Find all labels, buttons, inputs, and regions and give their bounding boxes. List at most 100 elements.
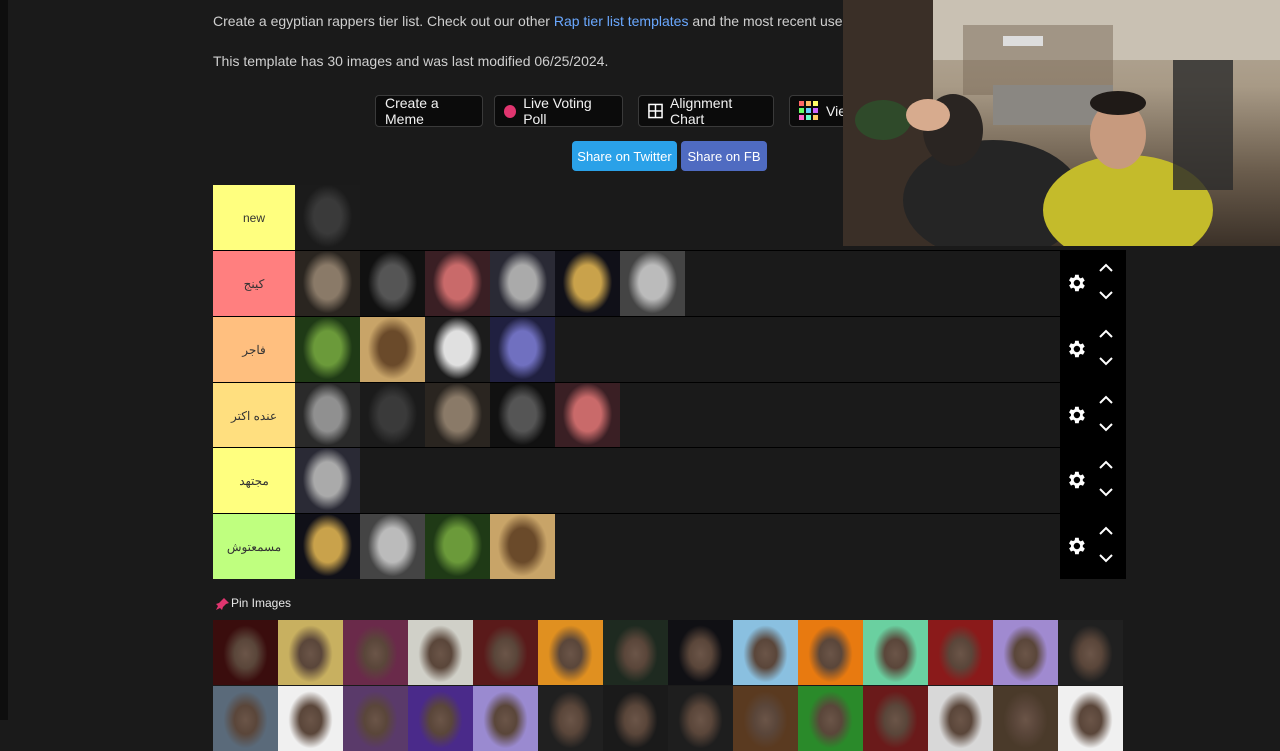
share-fb-label: Share on FB [687,148,761,164]
share-twitter-button[interactable]: Share on Twitter [572,141,677,171]
rapper-image[interactable] [490,383,555,448]
rapper-image[interactable] [555,383,620,448]
pool-image[interactable] [278,620,343,685]
chevron-down-icon[interactable] [1098,356,1114,366]
pool-image[interactable] [408,620,473,685]
settings-gear-icon[interactable] [1065,404,1087,426]
tier-controls [1060,251,1126,316]
tier-items [295,383,620,448]
chevron-down-icon[interactable] [1098,487,1114,497]
chevron-up-icon[interactable] [1098,329,1114,339]
color-grid-icon [799,101,818,120]
pool-image[interactable] [668,686,733,751]
pool-image[interactable] [993,686,1058,751]
tier-label[interactable]: كينج [213,251,295,316]
template-description: Create a egyptian rappers tier list. Che… [213,13,847,29]
tier-items [295,185,360,250]
tier-label[interactable]: عنده اكتر [213,383,295,448]
webcam-overlay [843,0,1280,246]
tier-label[interactable]: فاجر [213,317,295,382]
rap-tier-list-templates-link[interactable]: Rap tier list templates [554,13,689,29]
tier-controls [1060,448,1126,513]
tier-row: عنده اكتر [213,383,1126,448]
pool-image[interactable] [863,686,928,751]
rapper-image[interactable] [295,514,360,579]
tier-label[interactable]: مجتهد [213,448,295,513]
settings-gear-icon[interactable] [1065,338,1087,360]
rapper-image[interactable] [490,514,555,579]
live-voting-poll-button[interactable]: Live Voting Poll [494,95,623,127]
pin-images-label: Pin Images [231,596,292,610]
pool-image[interactable] [473,620,538,685]
share-fb-button[interactable]: Share on FB [681,141,767,171]
pool-image[interactable] [1058,620,1123,685]
pool-image[interactable] [798,620,863,685]
image-pool-row-2 [213,686,1126,751]
pool-image[interactable] [993,620,1058,685]
rapper-image[interactable] [490,317,555,382]
chevron-up-icon[interactable] [1098,263,1114,273]
image-pool-row-1 [213,620,1126,685]
rapper-image[interactable] [425,514,490,579]
pool-image[interactable] [668,620,733,685]
rapper-image[interactable] [555,251,620,316]
rapper-image[interactable] [490,251,555,316]
alignment-chart-button[interactable]: Alignment Chart [638,95,774,127]
share-twitter-label: Share on Twitter [577,148,672,164]
settings-gear-icon[interactable] [1065,469,1087,491]
pool-image[interactable] [928,686,993,751]
tier-row: مسمعتوش [213,514,1126,579]
tier-label[interactable]: مسمعتوش [213,514,295,579]
rapper-image[interactable] [425,317,490,382]
pool-image[interactable] [1058,686,1123,751]
rapper-image[interactable] [295,185,360,250]
tier-controls [1060,514,1126,579]
pool-image[interactable] [603,686,668,751]
pool-image[interactable] [603,620,668,685]
settings-gear-icon[interactable] [1065,272,1087,294]
pool-image[interactable] [408,686,473,751]
pool-image[interactable] [863,620,928,685]
chevron-up-icon[interactable] [1098,395,1114,405]
rapper-image[interactable] [425,251,490,316]
pool-image[interactable] [278,686,343,751]
chevron-down-icon[interactable] [1098,553,1114,563]
pool-image[interactable] [538,620,603,685]
rapper-image[interactable] [295,317,360,382]
pool-image[interactable] [733,686,798,751]
rapper-image[interactable] [360,514,425,579]
pool-image[interactable] [473,686,538,751]
rapper-image[interactable] [360,383,425,448]
chevron-down-icon[interactable] [1098,290,1114,300]
template-meta: This template has 30 images and was last… [213,53,609,69]
tier-items [295,317,555,382]
chevron-down-icon[interactable] [1098,422,1114,432]
rapper-image[interactable] [425,383,490,448]
create-meme-button[interactable]: Create a Meme [375,95,483,127]
pool-image[interactable] [213,686,278,751]
tier-controls [1060,383,1126,448]
tier-separator [213,513,1126,514]
rapper-image[interactable] [295,383,360,448]
pool-image[interactable] [538,686,603,751]
settings-gear-icon[interactable] [1065,535,1087,557]
pool-image[interactable] [733,620,798,685]
chevron-up-icon[interactable] [1098,526,1114,536]
pool-image[interactable] [343,620,408,685]
rapper-image[interactable] [295,251,360,316]
rapper-image[interactable] [620,251,685,316]
chevron-up-icon[interactable] [1098,460,1114,470]
live-voting-poll-label: Live Voting Poll [523,95,592,127]
pool-image[interactable] [213,620,278,685]
pool-image[interactable] [343,686,408,751]
description-text-tail: and the most recent user [688,13,848,29]
tier-label[interactable]: new [213,185,295,250]
rapper-image[interactable] [360,317,425,382]
tier-row: مجتهد [213,448,1126,513]
pool-image[interactable] [798,686,863,751]
pool-image[interactable] [928,620,993,685]
tier-separator [213,447,1126,448]
tier-items [295,514,555,579]
rapper-image[interactable] [360,251,425,316]
rapper-image[interactable] [295,448,360,513]
